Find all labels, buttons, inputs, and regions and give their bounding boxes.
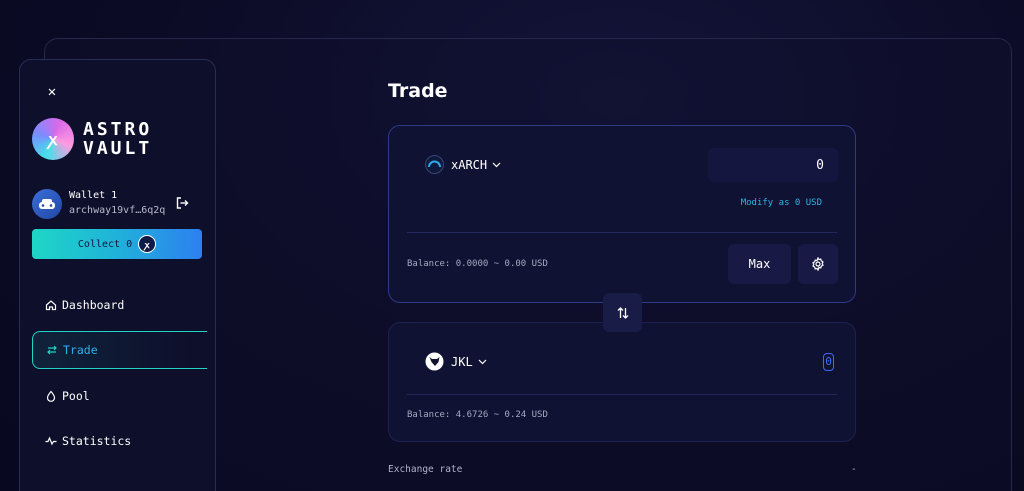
home-icon (45, 300, 57, 311)
exchange-rate-value: - (851, 464, 857, 475)
activity-icon (45, 436, 57, 446)
to-token-select[interactable]: JKL (425, 352, 487, 371)
modify-usd-link[interactable]: Modify as 0 USD (741, 198, 822, 208)
from-balance: Balance: 0.0000 ~ 0.00 USD (407, 259, 548, 269)
logo-text: ASTRO VAULT (83, 119, 153, 159)
swap-arrows-icon (47, 345, 57, 355)
wallet-avatar-icon (39, 199, 55, 209)
from-token-name: xARCH (451, 157, 488, 172)
collect-label: Collect 0 (77, 238, 133, 250)
chevron-down-icon (492, 162, 501, 167)
page-title: Trade (388, 80, 448, 102)
to-amount-input[interactable]: 0 (823, 353, 834, 371)
nav-item-statistics[interactable]: Statistics (32, 422, 207, 460)
to-balance: Balance: 4.6726 ~ 0.24 USD (407, 410, 548, 420)
nav-item-pool[interactable]: Pool (32, 377, 207, 415)
wallet-name: Wallet 1 (69, 190, 118, 201)
chevron-down-icon (478, 359, 487, 364)
divider (407, 232, 837, 233)
to-token-card: JKL 0 Balance: 4.6726 ~ 0.24 USD (388, 322, 856, 442)
from-token-select[interactable]: xARCH (425, 155, 501, 174)
xarch-token-icon (425, 155, 444, 174)
settings-button[interactable] (798, 244, 838, 284)
gear-icon (812, 257, 824, 271)
wallet-info: Wallet 1 archway19vf…6q2q (32, 188, 207, 220)
close-icon[interactable]: ✕ (44, 84, 60, 100)
from-amount-input[interactable] (708, 148, 838, 182)
wallet-address: archway19vf…6q2q (69, 205, 166, 216)
wallet-avatar (32, 189, 62, 219)
logout-icon[interactable] (175, 196, 189, 210)
sidebar: ✕ ꭗ ASTRO VAULT Wallet 1 archway19vf…6q2… (19, 59, 216, 491)
collect-button[interactable]: Collect 0 ꭗ (32, 229, 202, 259)
swap-vertical-icon (617, 306, 628, 319)
swap-direction-button[interactable] (603, 293, 642, 332)
divider (407, 394, 837, 395)
logo: ꭗ ASTRO VAULT (32, 118, 152, 160)
max-button[interactable]: Max (728, 244, 791, 284)
exchange-rate-label: Exchange rate (388, 464, 463, 475)
astrovault-logo-icon: ꭗ (32, 118, 74, 160)
nav-item-trade[interactable]: Trade (32, 331, 207, 369)
astrovault-token-icon: ꭗ (138, 235, 157, 253)
jkl-token-icon (425, 352, 444, 371)
to-token-name: JKL (451, 354, 473, 369)
drop-icon (46, 390, 56, 402)
nav-item-dashboard[interactable]: Dashboard (32, 286, 207, 324)
from-token-card: xARCH Modify as 0 USD Balance: 0.0000 ~ … (388, 125, 856, 303)
